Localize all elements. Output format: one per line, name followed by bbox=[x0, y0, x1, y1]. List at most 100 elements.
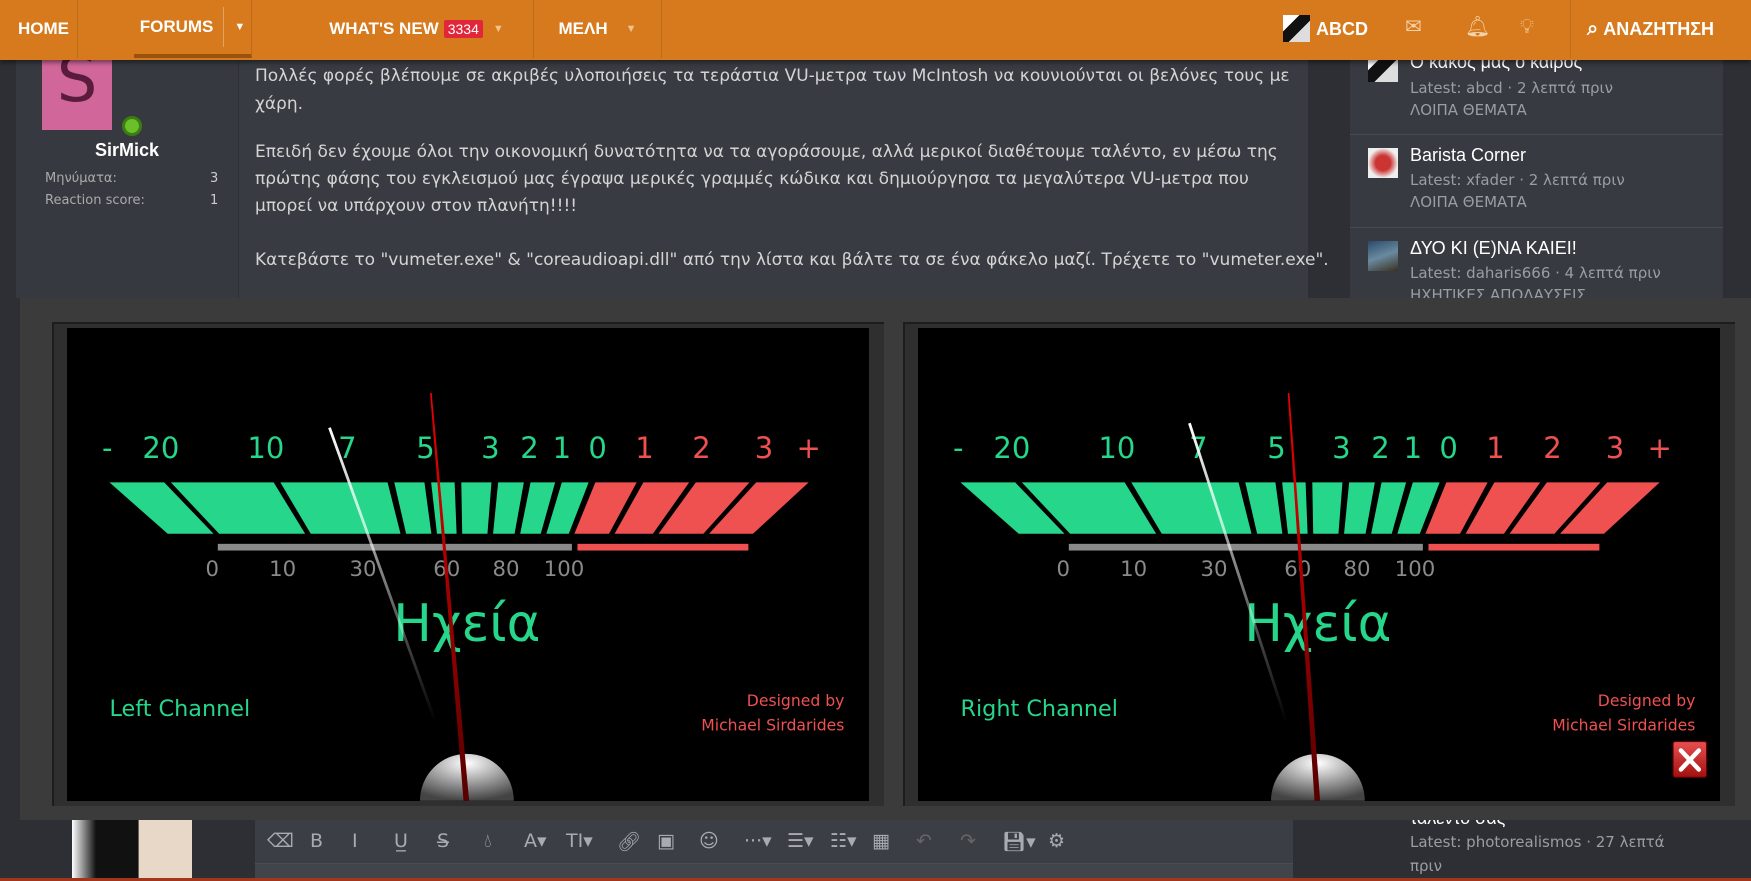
mail-icon[interactable]: ✉ bbox=[1405, 14, 1422, 38]
left-meter-frame: -2010753210123+010306080100ΗχείαLeft Cha… bbox=[52, 322, 884, 806]
user-avatar[interactable] bbox=[1283, 15, 1310, 42]
percent-tick-label: 30 bbox=[1200, 557, 1227, 582]
percent-tick-label: 100 bbox=[1395, 557, 1436, 582]
font-size-icon[interactable]: TI▾ bbox=[566, 830, 593, 852]
peak-needle bbox=[328, 427, 437, 724]
message-text: χάρη. bbox=[255, 94, 303, 114]
percent-tick-label: 80 bbox=[1343, 557, 1370, 582]
db-tick-label: + bbox=[1648, 431, 1672, 465]
unread-badge: 3334 bbox=[443, 20, 483, 38]
thread-avatar[interactable] bbox=[1368, 148, 1398, 178]
scale-segment bbox=[461, 482, 492, 534]
bell-icon[interactable]: 🔔︎ bbox=[1465, 14, 1490, 38]
username-label: ABCD bbox=[1316, 18, 1368, 39]
db-tick-label: 3 bbox=[755, 431, 773, 465]
db-tick-label: 5 bbox=[416, 431, 434, 465]
nav-whats-new[interactable]: WHAT'S NEW 3334 ▼ bbox=[300, 0, 534, 58]
link-icon[interactable]: 🔗︎ bbox=[617, 830, 641, 853]
redo-icon[interactable]: ↷ bbox=[960, 830, 976, 852]
image-icon[interactable]: ▣ bbox=[657, 830, 675, 852]
scale-segment bbox=[1312, 482, 1343, 534]
smiley-icon[interactable]: ☺ bbox=[699, 830, 719, 852]
percent-tick-label: 10 bbox=[269, 557, 296, 582]
nav-forums-label: FORUMS bbox=[139, 17, 214, 36]
strikethrough-icon[interactable]: S̶ bbox=[437, 830, 449, 852]
db-tick-label: 2 bbox=[520, 431, 538, 465]
thread-latest[interactable]: Latest: abcd · 2 λεπτά πριν bbox=[1410, 79, 1613, 97]
db-tick-label: - bbox=[102, 431, 112, 465]
search-icon: ⌕ bbox=[1587, 17, 1599, 40]
db-tick-label: 3 bbox=[481, 431, 499, 465]
author-name[interactable]: SirMick bbox=[16, 140, 238, 161]
table-icon[interactable]: ▦ bbox=[872, 830, 890, 852]
nav-forums[interactable]: FORUMS ▼ bbox=[134, 0, 252, 58]
percent-tick-label: 0 bbox=[1056, 557, 1070, 582]
author-avatar[interactable]: S bbox=[42, 60, 112, 130]
thread-latest[interactable]: Latest: photorealismos · 27 λεπτά bbox=[1410, 833, 1665, 851]
scale-segment bbox=[493, 482, 524, 534]
thread-latest-cont: πριν bbox=[1410, 857, 1443, 875]
credit-line: Michael Sirdarides bbox=[701, 715, 844, 734]
color-drop-icon[interactable]: 💧︎ bbox=[484, 830, 492, 852]
message-text: Επειδή δεν έχουμε όλοι την οικονομική δυ… bbox=[255, 142, 1278, 162]
chevron-down-icon[interactable]: ▼ bbox=[234, 21, 245, 33]
chevron-down-icon[interactable]: ▼ bbox=[493, 23, 504, 35]
divider bbox=[1350, 134, 1723, 135]
percent-tick-label: 10 bbox=[1120, 557, 1147, 582]
db-tick-label: 20 bbox=[993, 431, 1030, 465]
top-navbar: HOME FORUMS ▼ WHAT'S NEW 3334 ▼ ΜΕΛΗ ▼ ABCD … bbox=[0, 0, 1751, 60]
percent-tick-label: 60 bbox=[1284, 557, 1311, 582]
nav-whats-new-label: WHAT'S NEW bbox=[329, 19, 439, 38]
db-tick-label: 1 bbox=[635, 431, 653, 465]
thread-title[interactable]: Barista Corner bbox=[1410, 145, 1526, 166]
bold-icon[interactable]: B bbox=[310, 830, 323, 852]
chevron-down-icon[interactable]: ▼ bbox=[626, 23, 637, 35]
online-status-icon bbox=[122, 116, 142, 136]
italic-icon[interactable]: I bbox=[352, 830, 358, 852]
vu-meter-window: -2010753210123+010306080100ΗχείαLeft Cha… bbox=[20, 298, 1751, 820]
vu-meter-dial: -2010753210123+010306080100ΗχείαRight Ch… bbox=[953, 393, 1708, 801]
more-icon[interactable]: ···▾ bbox=[744, 830, 772, 852]
db-tick-label: 1 bbox=[553, 431, 571, 465]
thread-category[interactable]: ΛΟΙΠΑ ΘΕΜΑΤΑ bbox=[1410, 193, 1527, 211]
message-text: Κατεβάστε το "vumeter.exe" & "coreaudioa… bbox=[255, 250, 1329, 270]
lightbulb-icon[interactable]: 💡︎ bbox=[1520, 14, 1534, 38]
close-button[interactable] bbox=[1672, 740, 1708, 778]
left-channel-meter: -2010753210123+010306080100ΗχείαLeft Cha… bbox=[67, 328, 869, 801]
stat-value: 3 bbox=[210, 171, 219, 186]
scale-segment bbox=[1245, 482, 1283, 534]
thread-title[interactable]: ΔΥΟ ΚΙ (Ε)ΝΑ ΚΑΙΕΙ! bbox=[1410, 238, 1577, 259]
db-tick-label: 2 bbox=[692, 431, 710, 465]
stat-value: 1 bbox=[210, 193, 219, 208]
thread-latest[interactable]: Latest: daharis666 · 4 λεπτά πριν bbox=[1410, 264, 1661, 282]
settings-gear-icon[interactable]: ⚙ bbox=[1048, 830, 1065, 852]
thread-latest[interactable]: Latest: xfader · 2 λεπτά πριν bbox=[1410, 171, 1625, 189]
editor-toolbar: ⌫ B I U̲ S̶ 💧︎ A▾ TI▾ 🔗︎ ▣ ☺ ···▾ ☰▾ ☷▾ ▦ ↶ ↷ 💾︎▾ ⚙ bbox=[255, 820, 1293, 864]
message-text: Πολλές φορές βλέπουμε σε ακριβές υλοποιή… bbox=[255, 66, 1290, 86]
db-tick-label: 0 bbox=[588, 431, 606, 465]
thread-category[interactable]: ΛΟΙΠΑ ΘΕΜΑΤΑ bbox=[1410, 101, 1527, 119]
db-tick-label: 20 bbox=[142, 431, 179, 465]
list-icon[interactable]: ☷▾ bbox=[830, 830, 857, 852]
thread-avatar[interactable] bbox=[1368, 241, 1398, 271]
db-tick-label: 3 bbox=[1332, 431, 1350, 465]
vu-meter-dial: -2010753210123+010306080100ΗχείαLeft Cha… bbox=[102, 393, 844, 801]
channel-label: Left Channel bbox=[109, 696, 250, 722]
eraser-icon[interactable]: ⌫ bbox=[267, 830, 294, 852]
nav-members[interactable]: ΜΕΛΗ ▼ bbox=[534, 0, 662, 58]
message-text: πρώτης φάσης του εγκλεισμού μας έγραψα μ… bbox=[255, 169, 1249, 189]
stat-label: Reaction score: bbox=[45, 193, 145, 208]
underline-icon[interactable]: U̲ bbox=[394, 830, 408, 852]
save-draft-icon[interactable]: 💾︎▾ bbox=[1002, 830, 1036, 853]
user-menu[interactable]: ABCD bbox=[1312, 0, 1372, 58]
font-family-icon[interactable]: A▾ bbox=[524, 830, 547, 852]
search-button[interactable]: ⌕ ΑΝΑΖΗΤΗΣΗ bbox=[1570, 0, 1730, 58]
db-tick-label: 10 bbox=[247, 431, 284, 465]
percent-bar bbox=[1068, 543, 1423, 551]
overload-bar bbox=[1428, 543, 1600, 551]
undo-icon[interactable]: ↶ bbox=[916, 830, 932, 852]
align-icon[interactable]: ☰▾ bbox=[787, 830, 814, 852]
db-tick-label: 0 bbox=[1439, 431, 1457, 465]
nav-home[interactable]: HOME bbox=[0, 0, 78, 58]
db-tick-label: 5 bbox=[1267, 431, 1285, 465]
